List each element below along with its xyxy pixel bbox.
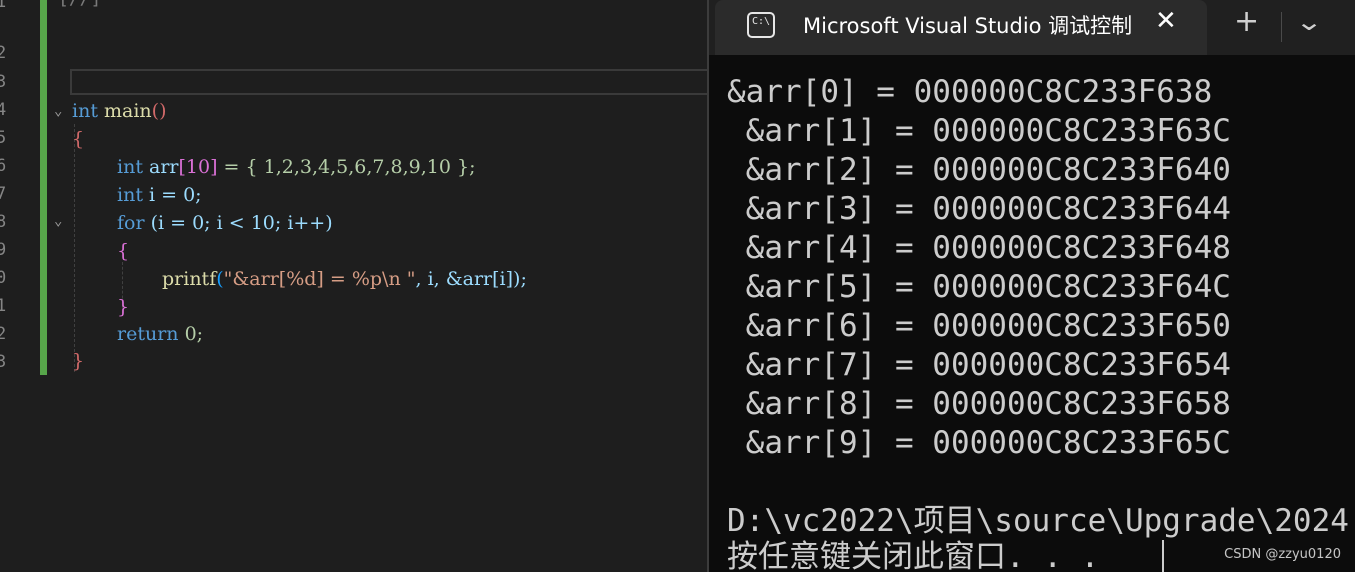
console-path-line: D:\vc2022\项目\source\Upgrade\2024 — [727, 503, 1349, 539]
code-line[interactable]: int main() — [72, 99, 167, 123]
brace: { — [72, 128, 85, 150]
code-line[interactable]: int arr[10] = { 1,2,3,4,5,6,7,8,9,10 }; — [117, 155, 476, 179]
chevron-down-icon[interactable]: ⌄ — [1295, 8, 1323, 36]
console-output-line: &arr[7] = 000000C8C233F654 — [727, 347, 1231, 383]
code-line[interactable]: for (i = 0; i < 10; i++) — [117, 211, 333, 235]
line-number: 2 — [0, 324, 7, 344]
debug-console-window[interactable]: C:\ Microsoft Visual Studio 调试控制台 ✕ + ⌄ … — [707, 0, 1355, 572]
line-number: 3 — [0, 352, 7, 372]
line-number: 1 — [0, 0, 7, 12]
paren: () — [151, 100, 167, 122]
watermark: CSDN @zzyu0120 — [1224, 547, 1341, 562]
loop-header: (i = 0; i < 10; i++) — [144, 212, 333, 234]
console-output-line: &arr[5] = 000000C8C233F64C — [727, 269, 1231, 305]
code-line[interactable]: return 0; — [117, 322, 203, 346]
current-line-highlight — [70, 69, 707, 95]
line-number: 7 — [0, 184, 7, 204]
terminal-icon: C:\ — [747, 12, 775, 38]
console-output-line: &arr[9] = 000000C8C233F65C — [727, 425, 1231, 461]
line-number: 6 — [0, 156, 7, 176]
keyword: for — [117, 212, 145, 234]
brace: { — [117, 240, 130, 262]
fold-chevron-icon[interactable]: ⌄ — [54, 104, 66, 118]
tab-debug-console[interactable]: C:\ Microsoft Visual Studio 调试控制台 ✕ — [715, 0, 1207, 55]
console-output-line: &arr[2] = 000000C8C233F640 — [727, 152, 1231, 188]
line-number: 9 — [0, 240, 7, 260]
console-output-line: &arr[8] = 000000C8C233F658 — [727, 386, 1231, 422]
console-output-line: &arr[3] = 000000C8C233F644 — [727, 191, 1231, 227]
indent-guide — [74, 124, 75, 372]
code-line[interactable]: } — [117, 295, 129, 319]
code-line[interactable]: } — [72, 349, 84, 373]
console-output-line: &arr[6] = 000000C8C233F650 — [727, 308, 1231, 344]
line-number: 5 — [0, 128, 7, 148]
string-literal: "&arr[%d] = %p\n " — [223, 268, 416, 290]
change-indicator-bar — [40, 0, 47, 375]
return-value: 0; — [178, 323, 204, 345]
code-line[interactable]: { — [117, 239, 129, 263]
line-number: 0 — [0, 268, 7, 288]
tab-strip: C:\ Microsoft Visual Studio 调试控制台 ✕ + ⌄ — [709, 0, 1355, 55]
brace: } — [72, 350, 85, 372]
code-line[interactable]: printf("&arr[%d] = %p\n ", i, &arr[i]); — [162, 267, 527, 291]
function-name: printf — [162, 268, 217, 290]
identifier: arr — [149, 156, 179, 178]
code-line[interactable]: { — [72, 127, 84, 151]
collapsed-region-marker[interactable]: [//] — [58, 0, 101, 9]
declaration: i = 0; — [142, 184, 202, 206]
index: [10] — [178, 156, 218, 178]
console-prompt-line: 按任意键关闭此窗口. . . — [727, 539, 1100, 572]
line-number: 4 — [0, 100, 7, 120]
keyword: int — [72, 100, 98, 122]
initializer: = { 1,2,3,4,5,6,7,8,9,10 }; — [217, 156, 476, 178]
line-number: 1 — [0, 296, 7, 316]
tab-title: Microsoft Visual Studio 调试控制台 — [803, 14, 1133, 38]
code-editor[interactable]: 1 2 3 4 5 6 7 8 9 0 1 2 3 [//] ⌄ ⌄ int m… — [0, 0, 707, 572]
console-output-line: &arr[1] = 000000C8C233F63C — [727, 113, 1231, 149]
tab-divider — [1281, 12, 1282, 42]
arguments: , i, &arr[i]); — [415, 268, 527, 290]
console-output-line: &arr[4] = 000000C8C233F648 — [727, 230, 1231, 266]
line-number: 2 — [0, 43, 7, 63]
close-icon[interactable]: ✕ — [1155, 6, 1177, 36]
keyword: int — [117, 156, 143, 178]
keyword: return — [117, 323, 179, 345]
text-cursor — [1162, 540, 1164, 572]
fold-chevron-icon[interactable]: ⌄ — [54, 214, 66, 228]
paren: ( — [216, 268, 224, 290]
keyword: int — [117, 184, 143, 206]
line-number: 8 — [0, 212, 7, 232]
new-tab-button[interactable]: + — [1234, 4, 1259, 39]
function-name: main — [104, 100, 152, 122]
brace: } — [117, 296, 130, 318]
code-line[interactable]: int i = 0; — [117, 183, 202, 207]
line-number: 3 — [0, 72, 7, 92]
console-output-line: &arr[0] = 000000C8C233F638 — [727, 74, 1213, 110]
